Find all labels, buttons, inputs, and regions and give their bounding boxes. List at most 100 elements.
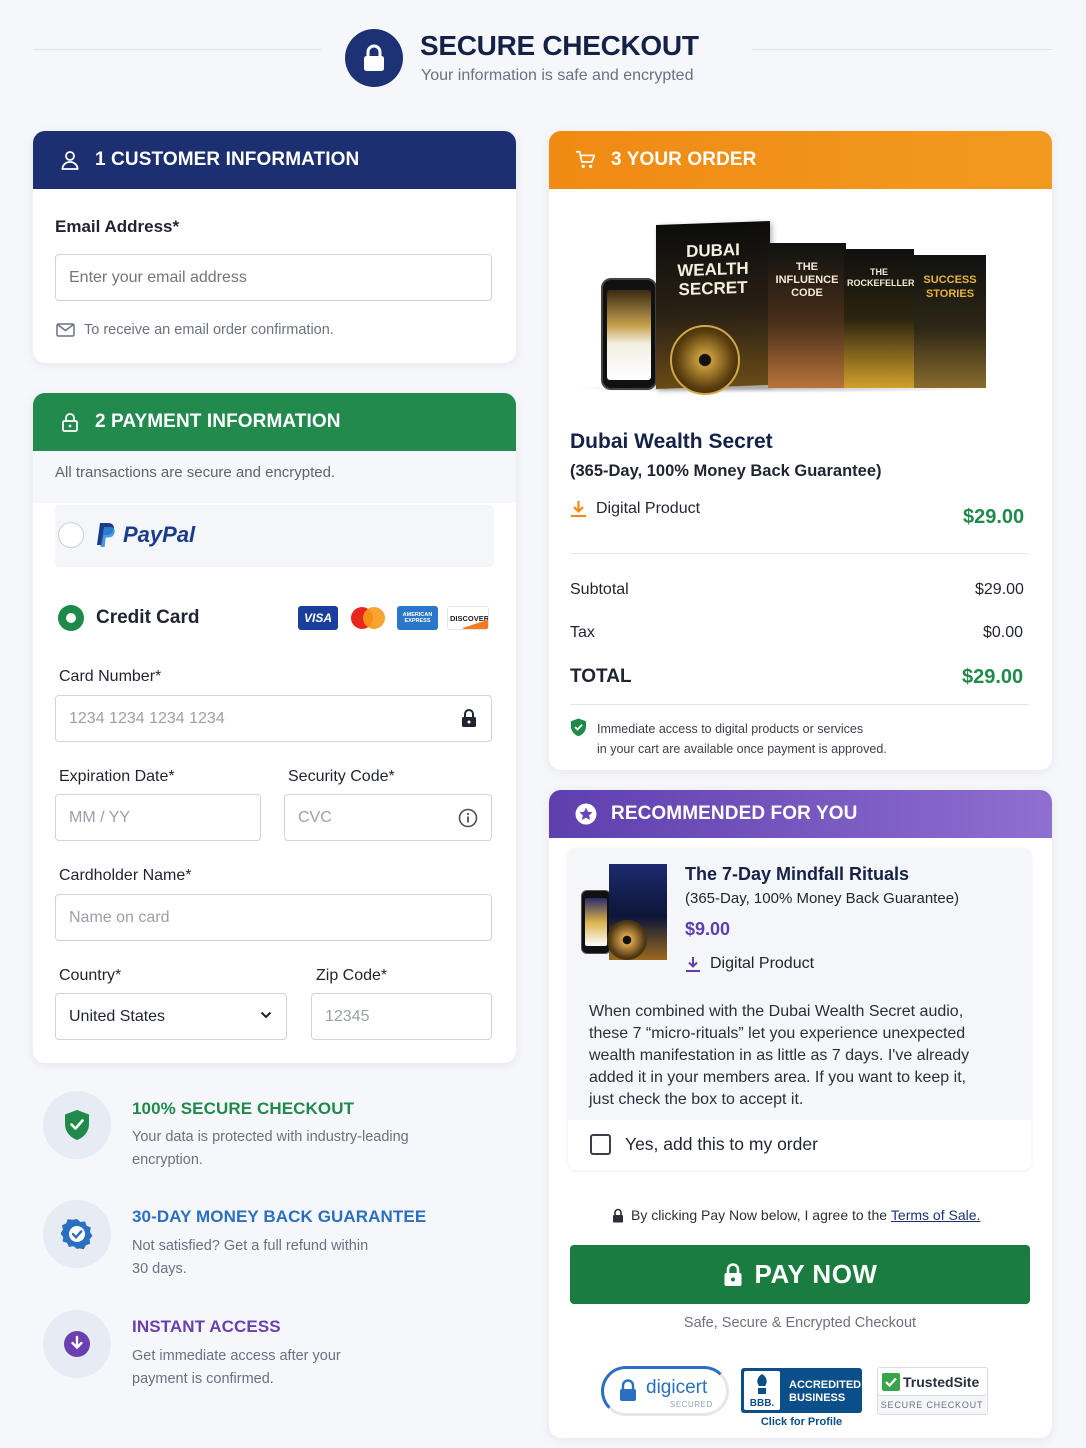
trustedsite-sub: SECURE CHECKOUT bbox=[878, 1395, 986, 1414]
digicert-seal[interactable]: digicert SECURED bbox=[601, 1366, 729, 1416]
subtotal-label: Subtotal bbox=[570, 581, 629, 598]
recommend-header: RECOMMENDED FOR YOU bbox=[549, 790, 1052, 838]
zip-placeholder: 12345 bbox=[325, 1007, 370, 1025]
upsell-guarantee: (365-Day, 100% Money Back Guarantee) bbox=[685, 890, 960, 907]
customer-info-header: 1 CUSTOMER INFORMATION bbox=[33, 131, 516, 189]
box-title-2: THE INFLUENCE CODE bbox=[775, 261, 839, 299]
discover-icon: DISCOVER bbox=[447, 606, 489, 630]
product-name: Dubai Wealth Secret bbox=[570, 430, 773, 453]
recommend-title: RECOMMENDED FOR YOU bbox=[611, 803, 858, 824]
upsell-checkbox[interactable] bbox=[590, 1134, 611, 1155]
upsell-product-image bbox=[581, 862, 671, 962]
feature-title-access: INSTANT ACCESS bbox=[132, 1317, 281, 1336]
feature-title-guarantee: 30-DAY MONEY BACK GUARANTEE bbox=[132, 1207, 427, 1226]
cvc-label: Security Code* bbox=[288, 768, 395, 785]
user-icon bbox=[59, 149, 81, 171]
upsell-type: Digital Product bbox=[685, 955, 814, 973]
phone-mockup bbox=[601, 278, 657, 390]
terms-note: By clicking Pay Now below, I agree to th… bbox=[612, 1207, 980, 1223]
cvc-field[interactable]: CVC bbox=[284, 794, 492, 841]
country-select[interactable]: United States bbox=[55, 993, 287, 1040]
bbb-profile-link[interactable]: Click for Profile bbox=[741, 1416, 862, 1428]
box-success-stories: SUCCESS STORIES bbox=[914, 255, 986, 388]
upsell-description-line2: these 7 “micro-rituals” let you experien… bbox=[589, 1025, 966, 1042]
access-note: Immediate access to digital products or … bbox=[597, 719, 887, 759]
tax-value: $0.00 bbox=[983, 624, 1024, 641]
email-field[interactable] bbox=[55, 254, 492, 301]
bbb-torch-icon: BBB. bbox=[744, 1371, 780, 1410]
star-icon bbox=[575, 803, 597, 825]
bbb-line1: ACCREDITED bbox=[789, 1379, 862, 1391]
lock-icon bbox=[345, 29, 403, 87]
box-rockefeller: THE ROCKEFELLER bbox=[844, 249, 915, 388]
pay-now-button[interactable]: PAY NOW bbox=[570, 1245, 1030, 1304]
divider bbox=[570, 553, 1029, 554]
download-icon bbox=[43, 1310, 111, 1378]
feature-title-secure: 100% SECURE CHECKOUT bbox=[132, 1099, 355, 1118]
envelope-icon bbox=[56, 323, 75, 337]
total-value: $29.00 bbox=[962, 666, 1024, 688]
access-note-line1: Immediate access to digital products or … bbox=[597, 722, 864, 736]
trustedsite-text: TrustedSite bbox=[903, 1374, 980, 1390]
upsell-description-line4: added it in your members area. If you wa… bbox=[589, 1069, 967, 1086]
cardholder-label: Cardholder Name* bbox=[59, 867, 192, 884]
terms-prefix: By clicking Pay Now below, I agree to th… bbox=[631, 1207, 888, 1223]
check-icon bbox=[882, 1373, 900, 1391]
cardholder-field[interactable]: Name on card bbox=[55, 894, 492, 941]
payment-info-header: 2 PAYMENT INFORMATION bbox=[33, 393, 516, 451]
bbb-line2: BUSINESS bbox=[789, 1392, 846, 1404]
amex-icon: AMERICAN EXPRESS bbox=[397, 606, 438, 630]
box-title-3: THE ROCKEFELLER bbox=[847, 267, 915, 288]
upsell-description-line5: just check the box to accept it. bbox=[589, 1091, 804, 1108]
page-subtitle: Your information is safe and encrypted bbox=[421, 67, 694, 84]
customer-info-title: 1 CUSTOMER INFORMATION bbox=[95, 149, 360, 170]
paypal-radio[interactable] bbox=[58, 522, 84, 548]
chevron-down-icon bbox=[260, 1011, 272, 1019]
access-note-line2: in your cart are available once payment … bbox=[597, 742, 887, 756]
card-number-field[interactable]: 1234 1234 1234 1234 bbox=[55, 695, 492, 742]
pay-now-label: PAY NOW bbox=[754, 1259, 878, 1289]
product-guarantee: (365-Day, 100% Money Back Guarantee) bbox=[570, 462, 882, 480]
order-header: 3 YOUR ORDER bbox=[549, 131, 1052, 189]
lock-icon bbox=[461, 708, 477, 728]
expiry-field[interactable]: MM / YY bbox=[55, 794, 261, 841]
shield-check-icon bbox=[43, 1091, 111, 1159]
zip-label: Zip Code* bbox=[316, 967, 388, 984]
lock-icon bbox=[59, 411, 81, 433]
feature-text-secure-line2: encryption. bbox=[132, 1152, 203, 1168]
zip-field[interactable]: 12345 bbox=[311, 993, 492, 1040]
upsell-checkbox-label[interactable]: Yes, add this to my order bbox=[625, 1134, 818, 1155]
audio-disc bbox=[670, 325, 740, 395]
svg-text:BBB.: BBB. bbox=[750, 1398, 775, 1409]
feature-text-access-line2: payment is confirmed. bbox=[132, 1371, 274, 1387]
product-bundle-image: DUBAI WEALTH SECRET THE INFLUENCE CODE T… bbox=[570, 215, 990, 395]
country-label: Country* bbox=[59, 967, 122, 984]
bbb-seal[interactable]: BBB. ACCREDITED BUSINESS bbox=[741, 1368, 862, 1413]
lock-icon bbox=[618, 1379, 638, 1403]
box-title-4: SUCCESS STORIES bbox=[923, 274, 977, 300]
country-value: United States bbox=[69, 1007, 166, 1025]
divider bbox=[570, 704, 1029, 705]
subtotal-value: $29.00 bbox=[975, 581, 1024, 598]
upsell-name: The 7-Day Mindfall Rituals bbox=[685, 864, 910, 884]
box-influence-code: THE INFLUENCE CODE bbox=[768, 243, 846, 388]
upsell-type-text: Digital Product bbox=[710, 955, 815, 972]
terms-of-sale-link[interactable]: Terms of Sale. bbox=[891, 1207, 980, 1223]
cardholder-placeholder: Name on card bbox=[69, 908, 170, 926]
download-icon bbox=[685, 956, 701, 973]
credit-card-label: Credit Card bbox=[96, 607, 200, 628]
feature-text-guarantee-line1: Not satisfied? Get a full refund within bbox=[132, 1238, 369, 1254]
payment-info-title: 2 PAYMENT INFORMATION bbox=[95, 411, 341, 432]
tax-label: Tax bbox=[570, 624, 595, 641]
upsell-description: When combined with the Dubai Wealth Secr… bbox=[589, 1001, 969, 1111]
guarantee-badge-icon bbox=[43, 1200, 111, 1268]
total-label: TOTAL bbox=[570, 666, 632, 687]
page-title: SECURE CHECKOUT bbox=[420, 30, 699, 61]
credit-card-radio[interactable] bbox=[58, 605, 84, 631]
feature-text-access: Get immediate access after your payment … bbox=[132, 1345, 341, 1391]
box-title-1: DUBAI WEALTH SECRET bbox=[677, 240, 749, 300]
info-icon[interactable] bbox=[458, 808, 478, 828]
visa-icon: VISA bbox=[298, 606, 338, 630]
trustedsite-seal[interactable]: TrustedSite SECURE CHECKOUT bbox=[877, 1367, 988, 1415]
email-label: Email Address* bbox=[55, 217, 180, 236]
